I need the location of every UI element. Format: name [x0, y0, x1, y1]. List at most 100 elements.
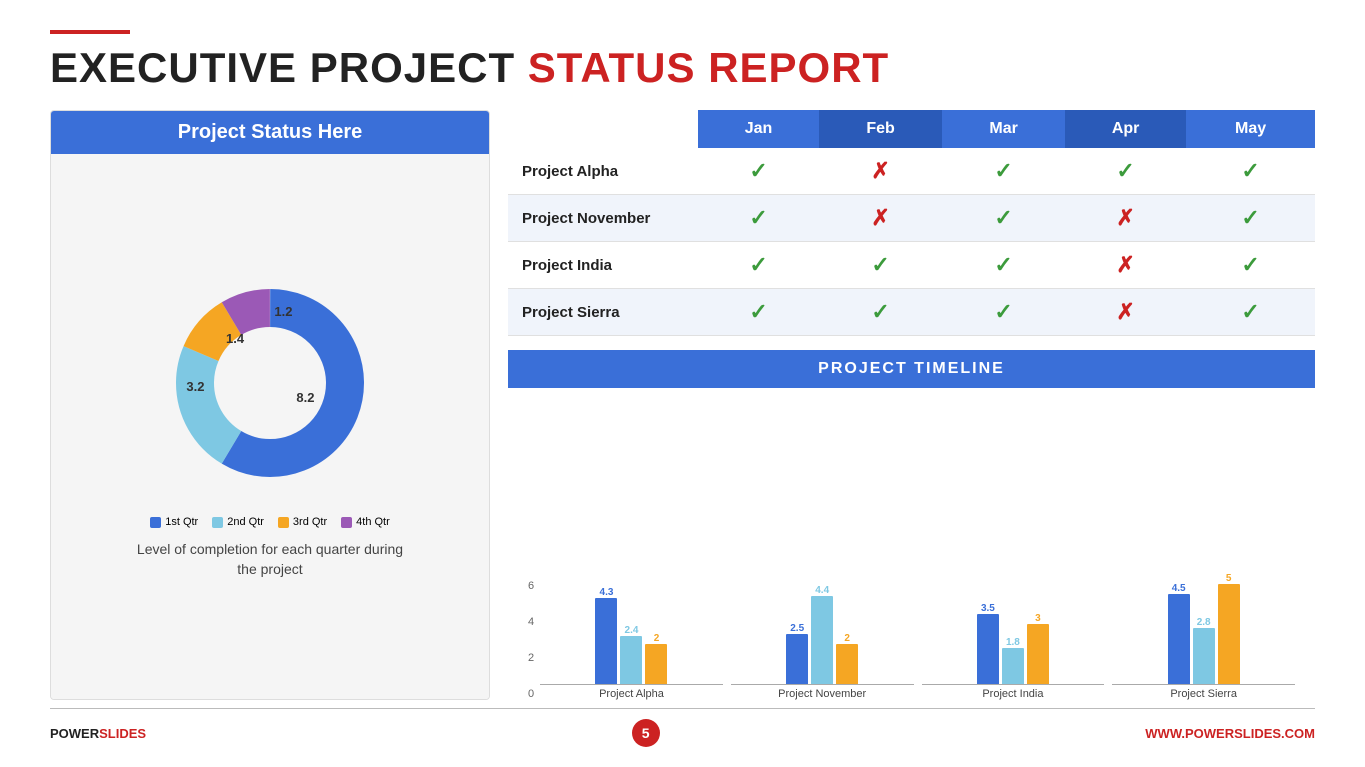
- status-sierra-mar: ✓: [942, 289, 1065, 336]
- bar-wrap: 2: [836, 633, 858, 684]
- title-red: STATUS REPORT: [528, 44, 889, 91]
- month-apr: Apr: [1065, 110, 1186, 148]
- empty-th: [508, 110, 698, 148]
- main-title: EXECUTIVE PROJECT STATUS REPORT: [50, 44, 1315, 92]
- bar: [620, 636, 642, 684]
- legend-item-4: 4th Qtr: [341, 516, 390, 528]
- header-bar: [50, 30, 130, 34]
- legend-item-3: 3rd Qtr: [278, 516, 327, 528]
- bar: [645, 644, 667, 684]
- bar-val: 2: [844, 633, 850, 644]
- bars-india: 3.5 1.8 3: [977, 603, 1049, 684]
- title-black: EXECUTIVE PROJECT: [50, 44, 528, 91]
- status-sierra-apr: ✗: [1065, 289, 1186, 336]
- left-panel-body: 8.2 3.2 1.4 1.2 1st Qtr 2nd Qtr: [51, 154, 489, 699]
- legend-label-3: 3rd Qtr: [293, 516, 327, 528]
- table-row: Project Sierra ✓ ✓ ✓ ✗ ✓: [508, 289, 1315, 336]
- bar-wrap: 2: [645, 633, 667, 684]
- footer-brand: POWERSLIDES: [50, 726, 146, 741]
- bar: [1027, 624, 1049, 684]
- table-row: Project India ✓ ✓ ✓ ✗ ✓: [508, 242, 1315, 289]
- bar: [1002, 648, 1024, 684]
- bar-wrap: 4.4: [811, 585, 833, 684]
- donut-center: [217, 330, 323, 436]
- legend-dot-4: [341, 517, 352, 528]
- timeline-header: PROJECT TIMELINE: [508, 350, 1315, 388]
- footer-page-number: 5: [632, 719, 660, 747]
- bar: [595, 598, 617, 684]
- footer: POWERSLIDES 5 WWW.POWERSLIDES.COM: [50, 708, 1315, 747]
- bar-val: 1.8: [1006, 637, 1020, 648]
- footer-brand-black: POWER: [50, 726, 99, 741]
- status-india-feb: ✓: [819, 242, 942, 289]
- bar-wrap: 3: [1027, 613, 1049, 684]
- bar-val: 2.4: [625, 625, 639, 636]
- footer-brand-red: SLIDES: [99, 726, 146, 741]
- project-name-november: Project November: [508, 195, 698, 242]
- bar-group-label: Project Sierra: [1170, 688, 1237, 700]
- y-label-2: 2: [528, 652, 534, 664]
- bar: [811, 596, 833, 684]
- baseline: [540, 684, 723, 685]
- bar-group-label: Project India: [982, 688, 1043, 700]
- bar-val: 5: [1226, 573, 1232, 584]
- bar-val: 4.3: [600, 587, 614, 598]
- status-nov-apr: ✗: [1065, 195, 1186, 242]
- status-alpha-feb: ✗: [819, 148, 942, 195]
- bar-group-label: Project November: [778, 688, 866, 700]
- baseline: [1112, 684, 1295, 685]
- legend-dot-2: [212, 517, 223, 528]
- status-alpha-mar: ✓: [942, 148, 1065, 195]
- status-alpha-jan: ✓: [698, 148, 819, 195]
- status-alpha-may: ✓: [1186, 148, 1315, 195]
- bars-alpha: 4.3 2.4 2: [595, 587, 667, 684]
- legend-label-1: 1st Qtr: [165, 516, 198, 528]
- y-axis: 0 2 4 6: [528, 580, 534, 700]
- status-table: Jan Feb Mar Apr May Project Alpha ✓ ✗ ✓ …: [508, 110, 1315, 336]
- status-nov-may: ✓: [1186, 195, 1315, 242]
- bar-wrap: 2.4: [620, 625, 642, 684]
- bar: [977, 614, 999, 684]
- y-label-6: 6: [528, 580, 534, 592]
- month-jan: Jan: [698, 110, 819, 148]
- bar-wrap: 5: [1218, 573, 1240, 684]
- baseline: [731, 684, 914, 685]
- status-nov-jan: ✓: [698, 195, 819, 242]
- bar-group-alpha: 4.3 2.4 2: [540, 587, 723, 700]
- legend-dot-3: [278, 517, 289, 528]
- bar-val: 4.4: [815, 585, 829, 596]
- bar-val: 2: [654, 633, 660, 644]
- month-mar: Mar: [942, 110, 1065, 148]
- bar: [1193, 628, 1215, 684]
- bar-wrap: 2.8: [1193, 617, 1215, 684]
- bar-wrap: 4.3: [595, 587, 617, 684]
- page: EXECUTIVE PROJECT STATUS REPORT Project …: [0, 0, 1365, 767]
- caption: Level of completion for each quarter dur…: [137, 540, 403, 579]
- bar-group-india: 3.5 1.8 3: [922, 603, 1105, 700]
- content-area: Project Status Here: [50, 110, 1315, 700]
- left-panel: Project Status Here: [50, 110, 490, 700]
- table-row: Project Alpha ✓ ✗ ✓ ✓ ✓: [508, 148, 1315, 195]
- legend-dot-1: [150, 517, 161, 528]
- table-row: Project November ✓ ✗ ✓ ✗ ✓: [508, 195, 1315, 242]
- bar-wrap: 4.5: [1168, 583, 1190, 684]
- bar-wrap: 1.8: [1002, 637, 1024, 684]
- bar-wrap: 3.5: [977, 603, 999, 684]
- project-name-sierra: Project Sierra: [508, 289, 698, 336]
- bar-groups: 4.3 2.4 2: [540, 573, 1295, 700]
- baseline: [922, 684, 1105, 685]
- status-sierra-feb: ✓: [819, 289, 942, 336]
- bar-group-november: 2.5 4.4 2: [731, 585, 914, 700]
- status-india-may: ✓: [1186, 242, 1315, 289]
- y-label-4: 4: [528, 616, 534, 628]
- donut-chart: 8.2 3.2 1.4 1.2: [160, 273, 380, 493]
- right-panel: Jan Feb Mar Apr May Project Alpha ✓ ✗ ✓ …: [508, 110, 1315, 700]
- donut-svg: [160, 273, 380, 493]
- status-sierra-jan: ✓: [698, 289, 819, 336]
- bar-group-sierra: 4.5 2.8 5: [1112, 573, 1295, 700]
- bar: [1218, 584, 1240, 684]
- legend: 1st Qtr 2nd Qtr 3rd Qtr 4th Qtr: [150, 516, 390, 528]
- timeline-chart: 0 2 4 6 4.3: [508, 388, 1315, 700]
- bar-val: 4.5: [1172, 583, 1186, 594]
- bar-wrap: 2.5: [786, 623, 808, 684]
